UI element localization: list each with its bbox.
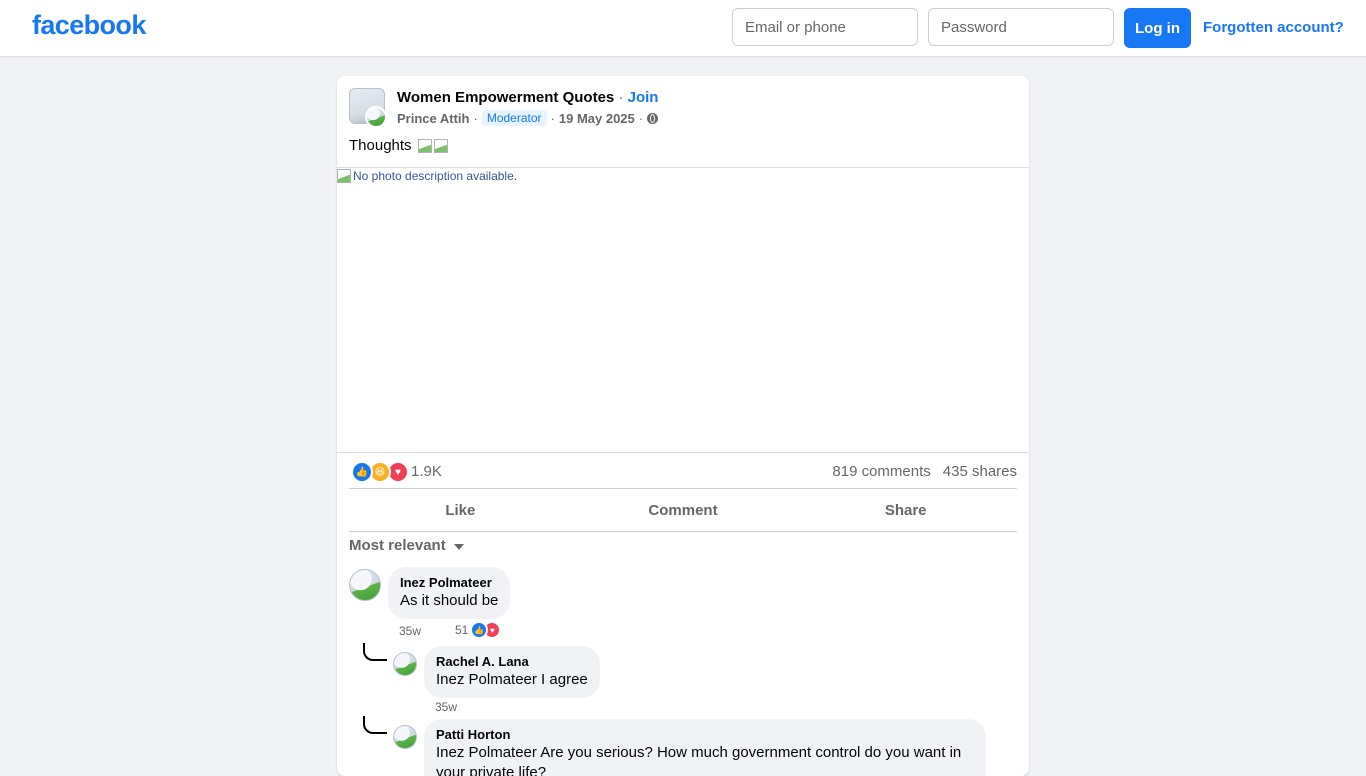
like-reaction-icon: 👍 <box>351 461 373 483</box>
top-navigation-bar: facebook Log in Forgotten account? <box>0 0 1366 56</box>
comment-reaction-count: 51 <box>455 623 469 637</box>
commenter-name[interactable]: Rachel A. Lana <box>436 654 588 670</box>
comment-reactions[interactable]: 51 👍 ♥ <box>455 621 502 639</box>
image-alt-label: No photo description available. <box>353 169 518 183</box>
broken-image-icon <box>337 169 351 183</box>
reactions-summary: 👍 😆 ♥ 1.9K 819 comments 435 shares <box>349 459 1017 483</box>
comment-bubble: Rachel A. Lana Inez Polmateer I agree <box>424 646 600 698</box>
shares-count[interactable]: 435 shares <box>943 463 1017 480</box>
login-button[interactable]: Log in <box>1124 8 1191 48</box>
post-image[interactable]: No photo description available. <box>337 167 1029 453</box>
caret-down-icon <box>453 543 464 550</box>
post-header-title: Women Empowerment Quotes · Join <box>397 89 658 106</box>
forgot-account-link[interactable]: Forgotten account? <box>1203 19 1344 36</box>
comment-timestamp[interactable]: 35w <box>399 624 421 638</box>
moderator-badge: Moderator <box>481 110 547 126</box>
reaction-count[interactable]: 1.9K <box>411 463 442 480</box>
join-link[interactable]: Join <box>628 89 659 106</box>
separator: · <box>638 110 644 126</box>
separator: · <box>618 89 628 106</box>
group-name-link[interactable]: Women Empowerment Quotes <box>397 89 614 106</box>
thread-connector <box>363 716 387 734</box>
author-name-link[interactable]: Prince Attih <box>397 111 469 126</box>
post-meta: Prince Attih · Moderator · 19 May 2025 · <box>397 110 659 126</box>
comment-sort-dropdown[interactable]: Most relevant <box>349 537 464 554</box>
post-date-link[interactable]: 19 May 2025 <box>559 111 635 126</box>
engagement-counts: 819 comments 435 shares <box>832 463 1017 480</box>
commenter-avatar[interactable] <box>349 569 381 601</box>
comment-bubble: Patti Horton Inez Polmateer Are you seri… <box>424 719 986 776</box>
author-avatar[interactable] <box>365 106 387 128</box>
comment-button[interactable]: Comment <box>572 489 795 531</box>
post-card: Women Empowerment Quotes · Join Prince A… <box>337 76 1029 776</box>
comment-text: Inez Polmateer I agree <box>436 671 588 688</box>
separator: · <box>550 110 555 126</box>
password-input[interactable] <box>928 8 1114 46</box>
like-button[interactable]: Like <box>349 489 572 531</box>
thread-connector <box>363 643 387 661</box>
broken-emoji-image-icon <box>433 138 448 153</box>
globe-icon <box>647 112 659 124</box>
post-text: Thoughts <box>349 137 448 154</box>
post-text-content: Thoughts <box>349 137 412 154</box>
commenter-avatar[interactable] <box>393 652 417 676</box>
comments-count[interactable]: 819 comments <box>832 463 930 480</box>
comment-text: As it should be <box>400 592 499 609</box>
sort-label: Most relevant <box>349 537 446 554</box>
share-button[interactable]: Share <box>794 489 1017 531</box>
comment-text: Inez Polmateer Are you serious? How much… <box>436 744 962 776</box>
broken-emoji-image-icon <box>417 138 432 153</box>
image-alt-text: No photo description available. <box>337 169 517 183</box>
comment-bubble: Inez Polmateer As it should be <box>388 567 511 619</box>
commenter-name[interactable]: Patti Horton <box>436 727 974 743</box>
facebook-logo[interactable]: facebook <box>32 10 146 41</box>
separator: · <box>473 110 478 126</box>
comment-timestamp[interactable]: 35w <box>435 700 457 714</box>
commenter-name[interactable]: Inez Polmateer <box>400 575 498 591</box>
commenter-avatar[interactable] <box>393 725 417 749</box>
email-input[interactable] <box>732 8 918 46</box>
reaction-icons[interactable]: 👍 😆 ♥ <box>351 461 409 483</box>
post-action-bar: Like Comment Share <box>349 488 1017 532</box>
